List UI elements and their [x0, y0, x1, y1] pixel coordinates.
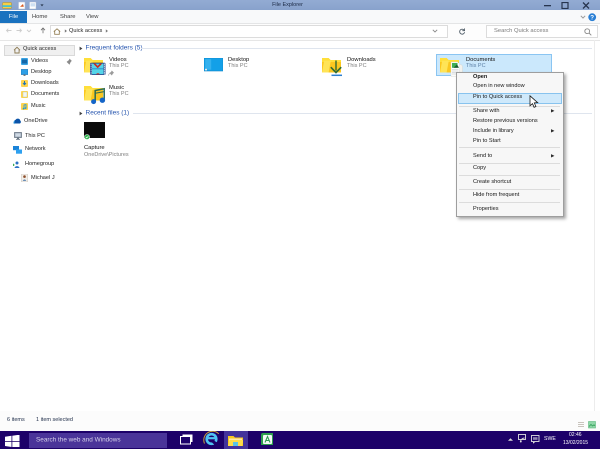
svg-text:?: ?: [590, 14, 594, 21]
